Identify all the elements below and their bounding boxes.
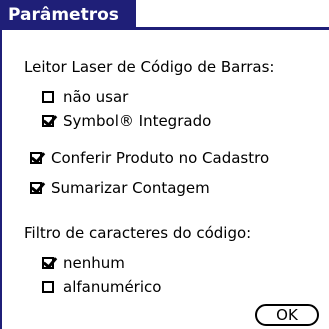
option-label: Symbol® Integrado	[63, 112, 212, 130]
checkbox-alfanumerico[interactable]	[42, 281, 54, 293]
toggle-label: Sumarizar Contagem	[51, 179, 210, 197]
toggle-sumarizar-contagem[interactable]: Sumarizar Contagem	[30, 178, 210, 198]
checkbox-conferir-produto[interactable]	[30, 152, 42, 164]
checkbox-nenhum[interactable]	[42, 257, 54, 269]
option-label: nenhum	[63, 254, 125, 272]
option-nenhum[interactable]: nenhum	[42, 253, 125, 273]
form-title: Parâmetros	[2, 0, 136, 30]
parameters-form: Parâmetros Leitor Laser de Código de Bar…	[0, 0, 329, 329]
checkbox-symbol-integrado[interactable]	[42, 115, 54, 127]
title-bar: Parâmetros	[2, 0, 329, 30]
option-label: alfanumérico	[63, 278, 162, 296]
ok-button[interactable]: OK	[255, 304, 319, 326]
option-label: não usar	[63, 88, 129, 106]
title-underline	[2, 27, 329, 30]
checkbox-nao-usar[interactable]	[42, 91, 54, 103]
toggle-label: Conferir Produto no Cadastro	[51, 149, 270, 167]
laser-reader-label: Leitor Laser de Código de Barras:	[24, 58, 275, 76]
checkbox-sumarizar-contagem[interactable]	[30, 182, 42, 194]
option-symbol-integrado[interactable]: Symbol® Integrado	[42, 111, 211, 131]
filter-label: Filtro de caracteres do código:	[24, 224, 252, 242]
option-nao-usar[interactable]: não usar	[42, 87, 128, 107]
toggle-conferir-produto[interactable]: Conferir Produto no Cadastro	[30, 148, 269, 168]
option-alfanumerico[interactable]: alfanumérico	[42, 277, 161, 297]
